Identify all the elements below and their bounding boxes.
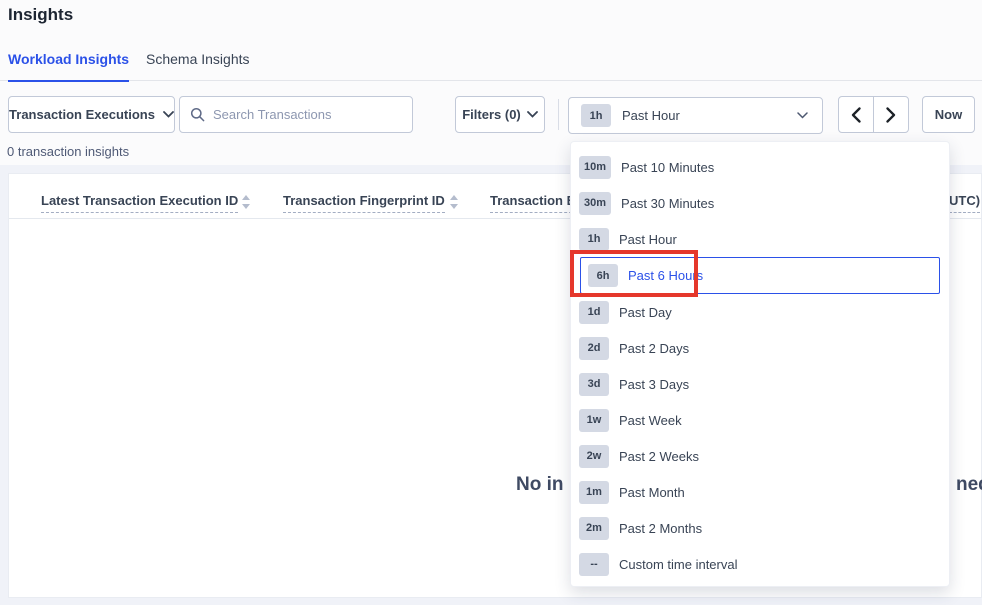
previous-interval-button[interactable] [838, 96, 874, 133]
interval-badge: 3d [579, 373, 609, 396]
sort-icon[interactable] [242, 195, 250, 209]
chevron-down-icon [163, 111, 174, 118]
tab-workload-insights[interactable]: Workload Insights [8, 51, 129, 82]
column-header-time-utc[interactable]: UTC) [949, 193, 980, 213]
interval-badge: 1w [579, 409, 609, 432]
transaction-type-label: Transaction Executions [9, 107, 155, 122]
time-option-label: Past 30 Minutes [621, 196, 714, 211]
time-option-2m[interactable]: 2m Past 2 Months [571, 510, 949, 546]
interval-badge: 30m [579, 192, 611, 215]
column-header-transaction-fingerprint-id[interactable]: Transaction Fingerprint ID [283, 193, 445, 213]
search-box[interactable] [179, 96, 413, 133]
chevron-left-icon [851, 107, 861, 123]
time-option-label: Past Day [619, 305, 672, 320]
time-interval-badge: 1h [581, 104, 611, 127]
insights-count: 0 transaction insights [7, 144, 129, 159]
time-option-1w[interactable]: 1w Past Week [571, 402, 949, 438]
time-option-10m[interactable]: 10m Past 10 Minutes [571, 149, 949, 185]
tab-schema-insights[interactable]: Schema Insights [146, 51, 250, 80]
time-option-label: Past 6 Hours [628, 268, 703, 283]
search-icon [190, 107, 205, 122]
time-option-label: Past 2 Months [619, 521, 702, 536]
time-interval-select[interactable]: 1h Past Hour [568, 97, 823, 134]
next-interval-button[interactable] [873, 96, 909, 133]
interval-badge: 6h [588, 264, 618, 287]
time-interval-dropdown: 10m Past 10 Minutes 30m Past 30 Minutes 1h Pa… [570, 141, 950, 587]
interval-badge: 1h [579, 228, 609, 251]
time-option-30m[interactable]: 30m Past 30 Minutes [571, 185, 949, 221]
column-header-latest-transaction-execution-id[interactable]: Latest Transaction Execution ID [41, 193, 238, 213]
time-option-2d[interactable]: 2d Past 2 Days [571, 330, 949, 366]
time-option-1m[interactable]: 1m Past Month [571, 474, 949, 510]
time-option-label: Past 2 Days [619, 341, 689, 356]
empty-state-text-right: ned. [956, 474, 982, 496]
chevron-down-icon [797, 112, 808, 119]
time-option-label: Past 10 Minutes [621, 160, 714, 175]
search-input[interactable] [213, 107, 402, 122]
time-option-3d[interactable]: 3d Past 3 Days [571, 366, 949, 402]
empty-state-text-left: No in [516, 474, 564, 496]
interval-badge: 2w [579, 445, 609, 468]
time-option-2w[interactable]: 2w Past 2 Weeks [571, 438, 949, 474]
interval-badge: 1m [579, 481, 609, 504]
tab-bar: Workload Insights Schema Insights [0, 44, 982, 81]
page-title: Insights [8, 5, 73, 25]
interval-badge: 2d [579, 337, 609, 360]
time-option-[interactable]: -- Custom time interval [571, 546, 949, 582]
now-button[interactable]: Now [922, 96, 975, 133]
time-option-label: Past 2 Weeks [619, 449, 699, 464]
chevron-down-icon [527, 111, 538, 118]
time-option-6h[interactable]: 6h Past 6 Hours [580, 257, 940, 294]
time-option-label: Past Month [619, 485, 685, 500]
time-option-1h[interactable]: 1h Past Hour [571, 221, 949, 257]
time-option-label: Past 3 Days [619, 377, 689, 392]
time-option-label: Custom time interval [619, 557, 737, 572]
interval-badge: 1d [579, 301, 609, 324]
interval-badge: -- [579, 553, 609, 576]
time-interval-label: Past Hour [622, 108, 680, 123]
chevron-right-icon [886, 107, 896, 123]
time-option-label: Past Hour [619, 232, 677, 247]
time-option-label: Past Week [619, 413, 682, 428]
filters-button[interactable]: Filters (0) [455, 96, 545, 133]
interval-badge: 2m [579, 517, 609, 540]
transaction-type-select[interactable]: Transaction Executions [8, 96, 175, 133]
sort-icon[interactable] [450, 195, 458, 209]
interval-badge: 10m [579, 156, 611, 179]
time-option-1d[interactable]: 1d Past Day [571, 294, 949, 330]
time-pager [838, 96, 909, 133]
filters-label: Filters (0) [462, 107, 521, 122]
toolbar-divider [558, 99, 559, 130]
column-header-transaction-execution[interactable]: Transaction Ex [490, 193, 582, 213]
